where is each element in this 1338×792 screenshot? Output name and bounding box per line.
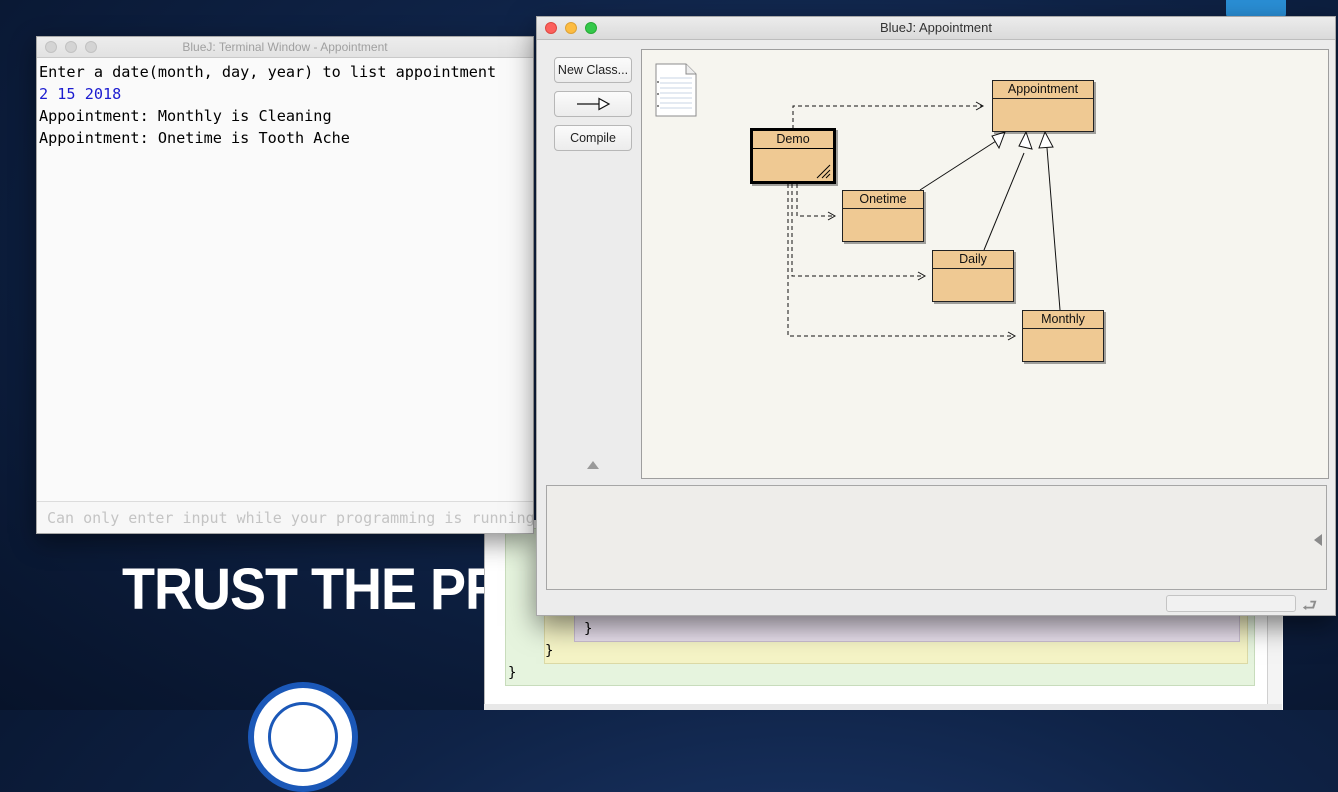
terminal-input-field[interactable]: Can only enter input while your programm…	[37, 501, 533, 533]
basketball-logo	[248, 682, 358, 792]
message-area[interactable]	[546, 485, 1327, 590]
inherits-arrow-icon	[577, 97, 611, 111]
editor-brace-inner: }	[584, 621, 593, 637]
inheritance-head-daily	[1018, 130, 1033, 150]
class-onetime[interactable]: Onetime	[842, 190, 924, 242]
class-monthly[interactable]: Monthly	[1022, 310, 1104, 362]
close-button[interactable]	[45, 41, 57, 53]
zoom-button[interactable]	[585, 22, 597, 34]
collapse-up-icon[interactable]	[587, 461, 599, 469]
zoom-button[interactable]	[85, 41, 97, 53]
terminal-input-echo: 2 15 2018	[39, 85, 122, 103]
class-demo[interactable]: Demo	[750, 128, 836, 184]
inheritance-line-monthly	[1046, 147, 1061, 311]
inheritance-line-onetime	[919, 140, 997, 191]
editor-bottom-bar	[484, 704, 1282, 710]
class-diagram-canvas[interactable]: Appointment Demo Onetime Daily Monthly	[641, 49, 1329, 479]
terminal-window: BlueJ: Terminal Window - Appointment Ent…	[36, 36, 534, 534]
inherits-arrow-button[interactable]	[554, 91, 632, 117]
class-monthly-name: Monthly	[1023, 311, 1103, 329]
minimize-button[interactable]	[565, 22, 577, 34]
class-daily[interactable]: Daily	[932, 250, 1014, 302]
expand-left-icon[interactable]	[1314, 534, 1322, 546]
status-field	[1166, 595, 1296, 612]
return-icon[interactable]: ⮐	[1302, 593, 1317, 622]
terminal-line: Appointment: Monthly is Cleaning	[39, 107, 332, 125]
terminal-output[interactable]: Enter a date(month, day, year) to list a…	[37, 58, 533, 502]
editor-brace-outer: }	[508, 665, 517, 681]
close-button[interactable]	[545, 22, 557, 34]
inheritance-line-daily	[983, 152, 1025, 251]
class-daily-name: Daily	[933, 251, 1013, 269]
terminal-line: Enter a date(month, day, year) to list a…	[39, 63, 497, 81]
editor-brace-middle: }	[545, 643, 554, 659]
terminal-line: Appointment: Onetime is Tooth Ache	[39, 129, 350, 147]
class-demo-name: Demo	[753, 131, 833, 149]
inheritance-head-monthly	[1038, 130, 1054, 149]
executable-marker-icon	[816, 164, 831, 179]
inheritance-head-onetime	[991, 131, 1006, 150]
minimize-button[interactable]	[65, 41, 77, 53]
terminal-title: BlueJ: Terminal Window - Appointment	[182, 40, 388, 54]
class-appointment[interactable]: Appointment	[992, 80, 1094, 132]
dependency-arrow-appointment	[792, 105, 982, 129]
compile-button[interactable]: Compile	[554, 125, 632, 151]
project-title: BlueJ: Appointment	[879, 20, 993, 35]
project-titlebar: BlueJ: Appointment	[537, 17, 1335, 40]
project-window: BlueJ: Appointment New Class... Compile	[536, 16, 1336, 616]
new-class-button[interactable]: New Class...	[554, 57, 632, 83]
class-onetime-name: Onetime	[843, 191, 923, 209]
terminal-titlebar: BlueJ: Terminal Window - Appointment	[37, 37, 533, 58]
class-appointment-name: Appointment	[993, 81, 1093, 99]
dependency-arrow-onetime	[796, 184, 834, 217]
